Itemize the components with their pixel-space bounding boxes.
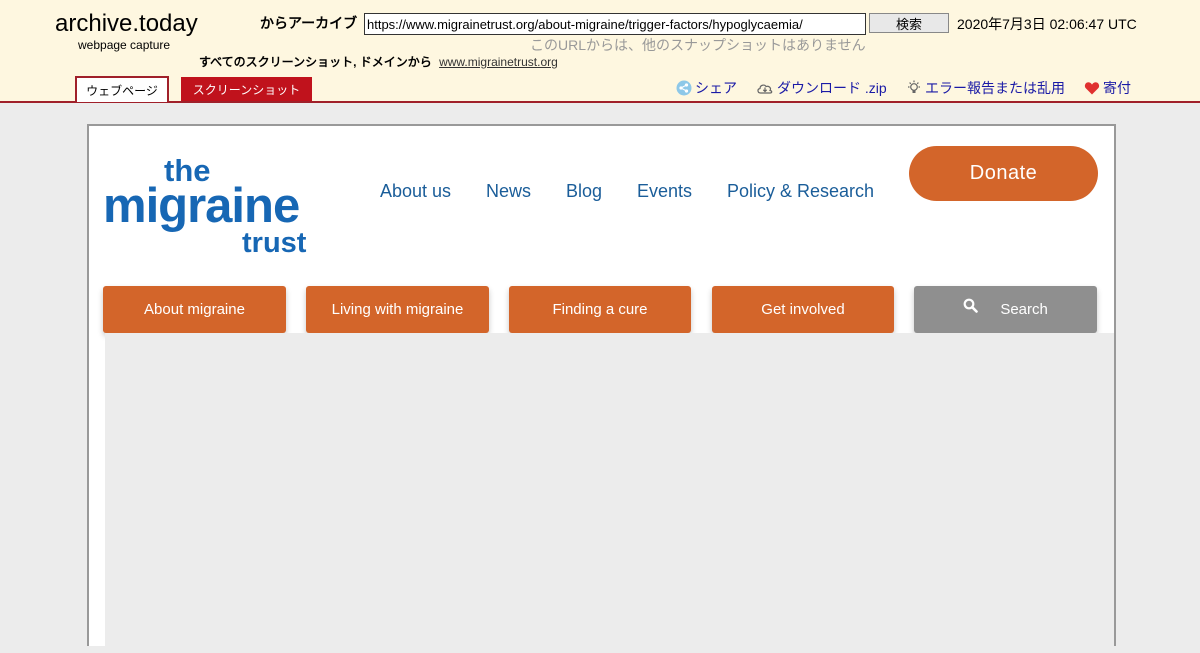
migraine-trust-logo[interactable]: the migraine trust — [103, 155, 319, 259]
archive-subtitle: webpage capture — [78, 38, 171, 52]
download-label: ダウンロード .zip — [777, 80, 887, 96]
capture-date: 2020年7月3日 02:06:47 UTC — [957, 16, 1137, 32]
archive-from-label: からアーカイブ — [260, 15, 358, 31]
donate-action[interactable]: 寄付 — [1084, 78, 1131, 98]
share-action[interactable]: シェア — [676, 78, 737, 98]
logo-line-trust: trust — [242, 227, 307, 259]
nav-about-us[interactable]: About us — [380, 181, 451, 202]
archive-header: archive.today webpage capture からアーカイブ 検索… — [0, 0, 1200, 103]
menu-get-involved[interactable]: Get involved — [712, 286, 894, 333]
site-search-label: Search — [1000, 301, 1048, 318]
report-label: エラー報告または乱用 — [925, 80, 1065, 96]
lightbulb-icon — [906, 80, 922, 96]
site-search-button[interactable]: Search — [914, 286, 1097, 333]
all-screenshots-label: すべてのスクリーンショット, ドメインから — [199, 55, 432, 69]
logo-line-migraine: migraine — [103, 179, 300, 233]
report-action[interactable]: エラー報告または乱用 — [906, 78, 1065, 98]
menu-living-with-migraine[interactable]: Living with migraine — [306, 286, 489, 333]
archive-search-button[interactable]: 検索 — [869, 13, 949, 33]
tab-screenshot[interactable]: スクリーンショット — [181, 77, 312, 101]
share-label: シェア — [695, 80, 737, 96]
url-input[interactable] — [364, 13, 866, 35]
nav-blog[interactable]: Blog — [566, 181, 602, 202]
heart-icon — [1084, 80, 1100, 96]
donate-button[interactable]: Donate — [909, 146, 1098, 201]
menu-finding-a-cure[interactable]: Finding a cure — [509, 286, 691, 333]
donate-label: 寄付 — [1103, 80, 1131, 96]
menu-about-migraine[interactable]: About migraine — [103, 286, 286, 333]
all-screenshots-row: すべてのスクリーンショット, ドメインから www.migrainetrust.… — [199, 53, 558, 70]
tab-webpage[interactable]: ウェブページ — [75, 76, 169, 102]
nav-events[interactable]: Events — [637, 181, 692, 202]
nav-policy-research[interactable]: Policy & Research — [727, 181, 874, 202]
nav-news[interactable]: News — [486, 181, 531, 202]
cloud-download-icon — [756, 80, 774, 96]
search-icon — [963, 285, 978, 332]
domain-link[interactable]: www.migrainetrust.org — [439, 55, 558, 69]
share-icon — [676, 80, 692, 96]
download-action[interactable]: ダウンロード .zip — [756, 78, 887, 98]
captured-page-frame: the migraine trust About us News Blog Ev… — [87, 124, 1116, 653]
archive-site-name[interactable]: archive.today — [55, 10, 198, 38]
page-content-area — [105, 333, 1114, 653]
no-other-snapshots-text: このURLからは、他のスナップショットはありません — [530, 37, 866, 53]
